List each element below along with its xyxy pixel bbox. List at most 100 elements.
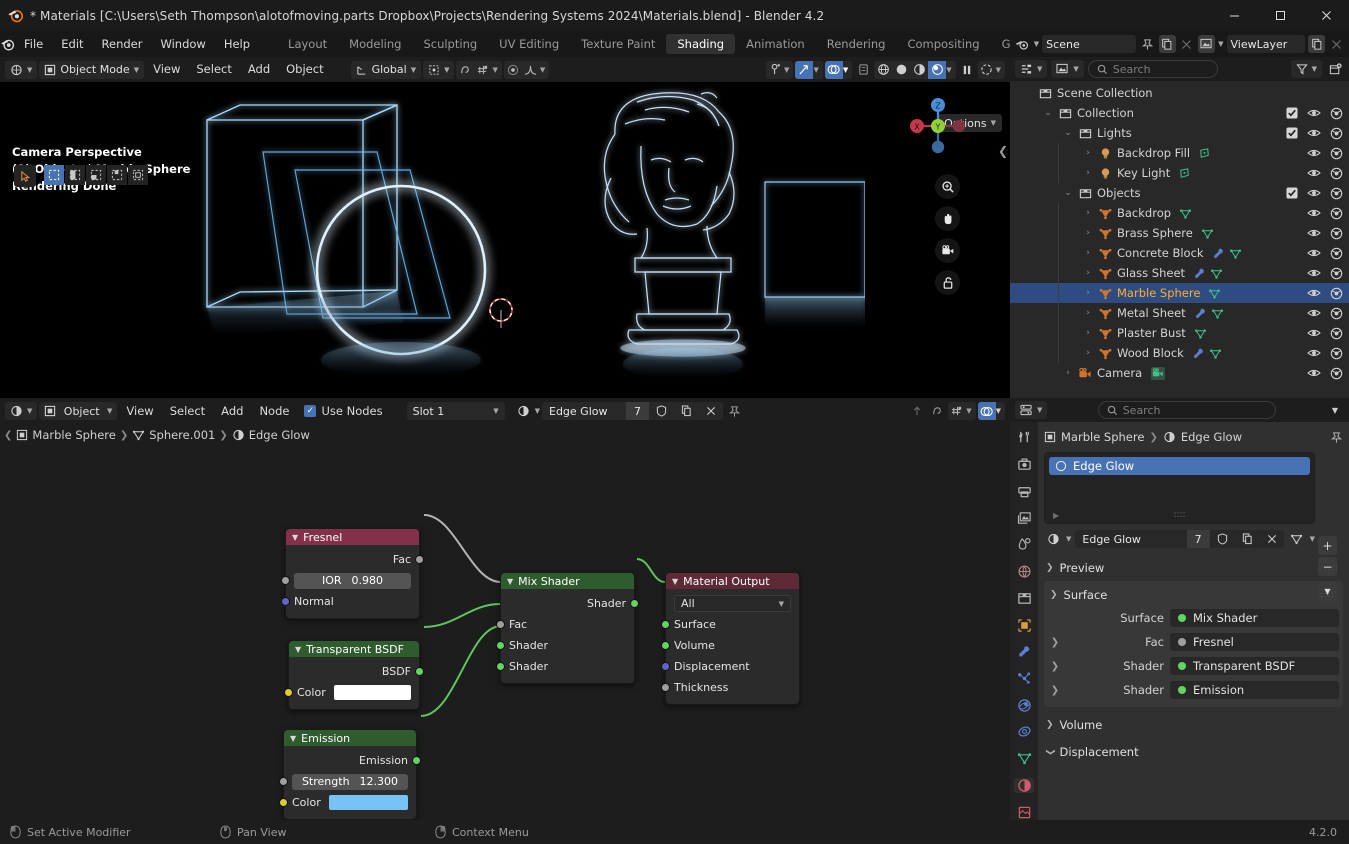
disable-in-renders-icon[interactable] [1329,327,1343,340]
tab-texture[interactable] [1014,804,1034,820]
shader-node[interactable]: ▼ Material Output All ▼ Surface Volume Displac… [661,572,800,705]
surface-field-row[interactable]: ❯ Fac Fresnel [1048,630,1339,654]
delete-viewlayer-icon[interactable] [1328,35,1345,53]
node-collapse-icon[interactable]: ▼ [507,577,513,586]
disclosure-triangle-icon[interactable]: ⌄ [1060,128,1076,138]
expand-arrow-icon[interactable]: ❯ [1048,637,1062,648]
node-input-socket[interactable] [279,798,288,807]
shader-node[interactable]: ▼ Fresnel Fac IOR 0.980 Normal [281,528,424,619]
shading-options-icon[interactable] [978,61,996,79]
node-input-socket[interactable] [284,688,293,697]
light-data-icon[interactable] [1178,167,1191,180]
node-input-row[interactable]: Displacement [661,656,799,677]
tab-sculpting[interactable]: Sculpting [412,34,488,54]
editor-type-outliner-button[interactable]: ▼ [1015,60,1048,78]
add-material-slot-button[interactable]: + [1318,536,1337,555]
surface-field-value[interactable]: Fresnel [1170,633,1339,651]
node-output-row[interactable]: BSDF [289,661,424,682]
material-preview-icon[interactable] [910,61,928,79]
disable-in-renders-icon[interactable] [1329,307,1343,320]
surface-field-row[interactable]: Surface Mix Shader [1048,606,1339,630]
shader-menu-select[interactable]: Select [163,399,212,424]
node-input-socket[interactable] [661,641,670,650]
disclosure-triangle-icon[interactable]: ⌄ [1060,188,1076,198]
snap-node-parent-icon[interactable] [908,402,926,420]
viewlayer-name-field[interactable]: ViewLayer [1226,35,1306,53]
node-input-row[interactable]: Volume [661,635,799,656]
node-overlays-icon[interactable] [977,402,996,420]
disclosure-triangle-icon[interactable]: › [1060,368,1076,378]
disclosure-triangle-icon[interactable]: › [1080,248,1096,258]
disable-in-renders-icon[interactable] [1329,367,1343,380]
breadcrumb-collapse-icon[interactable]: ❮ [4,430,12,441]
disable-in-renders-icon[interactable] [1329,167,1343,180]
node-input-socket[interactable] [496,662,505,671]
camera-view-icon[interactable] [935,238,960,263]
maximize-button[interactable] [1257,0,1303,31]
disclosure-triangle-icon[interactable]: › [1080,268,1096,278]
node-input-socket[interactable] [281,576,290,585]
properties-breadcrumb-material[interactable]: Edge Glow [1181,430,1242,444]
outliner-row[interactable]: › Wood Block [1010,343,1349,363]
node-output-row[interactable]: Fac [286,549,424,570]
outliner-display-mode-dropdown[interactable]: ▼ [1051,60,1084,78]
disable-in-renders-icon[interactable] [1329,347,1343,360]
node-collapse-icon[interactable]: ▼ [290,734,296,743]
select-box-invert-icon[interactable] [107,165,127,185]
disable-in-renders-icon[interactable] [1329,147,1343,160]
shader-type-dropdown[interactable]: Object ▼ [39,402,118,420]
disable-in-renders-icon[interactable] [1329,267,1343,280]
modifier-icon[interactable] [1192,347,1205,360]
node-output-socket[interactable] [412,756,421,765]
node-color-swatch[interactable] [328,795,408,810]
properties-fake-user-icon[interactable] [1210,530,1235,548]
snap-toggle-icon[interactable] [456,61,474,79]
falloff-curve-icon[interactable] [522,61,540,79]
editor-type-properties-button[interactable]: ▼ [1015,401,1048,419]
outliner-row[interactable]: › Key Light [1010,163,1349,183]
tab-constraints[interactable] [1014,724,1034,740]
modifier-icon[interactable] [1193,267,1206,280]
node-snap-target-icon[interactable] [948,402,966,420]
material-slot-list[interactable]: Edge Glow ▶ :::: [1044,452,1315,524]
node-collapse-icon[interactable]: ▼ [292,533,298,542]
browse-material-icon[interactable] [515,402,533,420]
hide-in-viewport-icon[interactable] [1307,347,1321,359]
panel-surface-header[interactable]: ❯ Surface :::: [1048,583,1339,606]
hide-in-viewport-icon[interactable] [1307,227,1321,239]
node-collapse-icon[interactable]: ▼ [672,577,678,586]
viewport-sidebar-toggle-icon[interactable]: ❮ [998,144,1008,158]
surface-field-value[interactable]: Transparent BSDF [1170,657,1339,675]
node-input-socket[interactable] [281,597,290,606]
select-box-subtract-icon[interactable] [86,165,106,185]
hide-in-viewport-icon[interactable] [1307,327,1321,339]
viewport-menu-view[interactable]: View [146,57,187,82]
outliner-row[interactable]: ⌄ Collection [1010,103,1349,123]
modifier-icon[interactable] [1194,307,1207,320]
menu-window[interactable]: Window [151,31,214,57]
shader-node[interactable]: ▼ Mix Shader Shader Fac Shader Shader [496,572,639,684]
proportional-edit-icon[interactable] [504,61,522,79]
viewlayer-browse-icon[interactable] [1198,35,1216,53]
breadcrumb-mesh[interactable]: Sphere.001 [149,428,215,442]
tab-particles[interactable] [1014,671,1034,687]
hide-in-viewport-icon[interactable] [1307,187,1321,199]
mesh-data-icon[interactable] [1211,307,1224,320]
select-box-intersect-icon[interactable] [128,165,148,185]
node-header[interactable]: ▼ Transparent BSDF [289,641,419,657]
hide-in-viewport-icon[interactable] [1307,287,1321,299]
tweak-tool-icon[interactable] [14,165,36,187]
minimize-button[interactable] [1211,0,1257,31]
tab-object[interactable] [1014,617,1034,633]
node-input-row[interactable]: Normal [281,591,419,612]
pause-render-icon[interactable] [958,61,976,79]
node-output-row[interactable]: Emission [284,750,421,771]
breadcrumb-object[interactable]: Marble Sphere [32,428,115,442]
slot-expand-icon[interactable]: ▶ [1053,511,1059,520]
show-overlays-icon[interactable] [824,60,843,79]
shader-node[interactable]: ▼ Emission Emission Strength 12.300 Color [279,729,421,820]
surface-field-row[interactable]: ❯ Shader Transparent BSDF [1048,654,1339,678]
node-header[interactable]: ▼ Material Output [666,573,799,589]
node-header[interactable]: ▼ Fresnel [286,529,419,545]
disclosure-triangle-icon[interactable]: › [1080,348,1096,358]
